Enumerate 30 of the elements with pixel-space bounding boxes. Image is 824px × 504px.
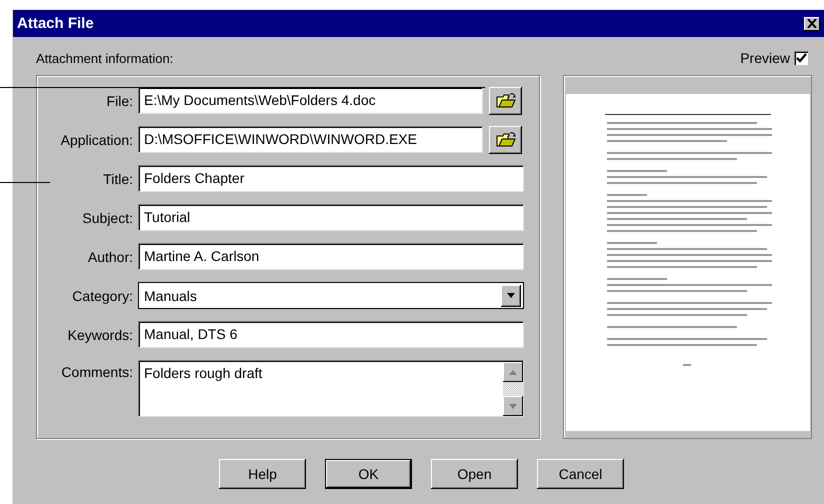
field-label: File: [106, 92, 134, 108]
leader-line [0, 182, 50, 183]
folder-icon [496, 132, 516, 148]
window-title: Attach File [17, 15, 94, 32]
field-label: Keywords: [66, 326, 134, 342]
folder-icon [496, 92, 516, 108]
input-field[interactable]: Tutorial [138, 204, 524, 231]
input-field[interactable]: D:\MSOFFICE\WINWORD\WINWORD.EXE [138, 126, 483, 153]
input-field[interactable]: E:\My Documents\Web\Folders 4.doc [138, 87, 483, 114]
dialog-button[interactable]: OK [325, 459, 412, 489]
close-icon [807, 19, 817, 28]
dialog-button[interactable]: Help [219, 459, 306, 489]
dialog-button[interactable]: Cancel [537, 459, 624, 489]
input-field[interactable]: Folders Chapter [138, 165, 524, 192]
preview-label: Preview [740, 50, 790, 66]
category-dropdown[interactable]: Manuals [138, 282, 524, 309]
field-label: Application: [60, 132, 134, 148]
dialog-button[interactable]: Open [431, 459, 518, 489]
field-label: Category: [71, 288, 134, 304]
input-field[interactable]: Manual, DTS 6 [138, 321, 524, 348]
close-button[interactable] [804, 16, 820, 30]
input-field[interactable]: Martine A. Carlson [138, 243, 524, 270]
browse-button[interactable] [489, 86, 522, 114]
group-label: Attachment information: [36, 50, 174, 66]
field-label: Author: [86, 248, 134, 264]
field-label: Subject: [81, 210, 134, 226]
field-label: Title: [102, 170, 134, 186]
field-label: Comments: [60, 363, 134, 380]
browse-button[interactable] [489, 126, 522, 154]
preview-checkbox[interactable] [794, 51, 808, 65]
